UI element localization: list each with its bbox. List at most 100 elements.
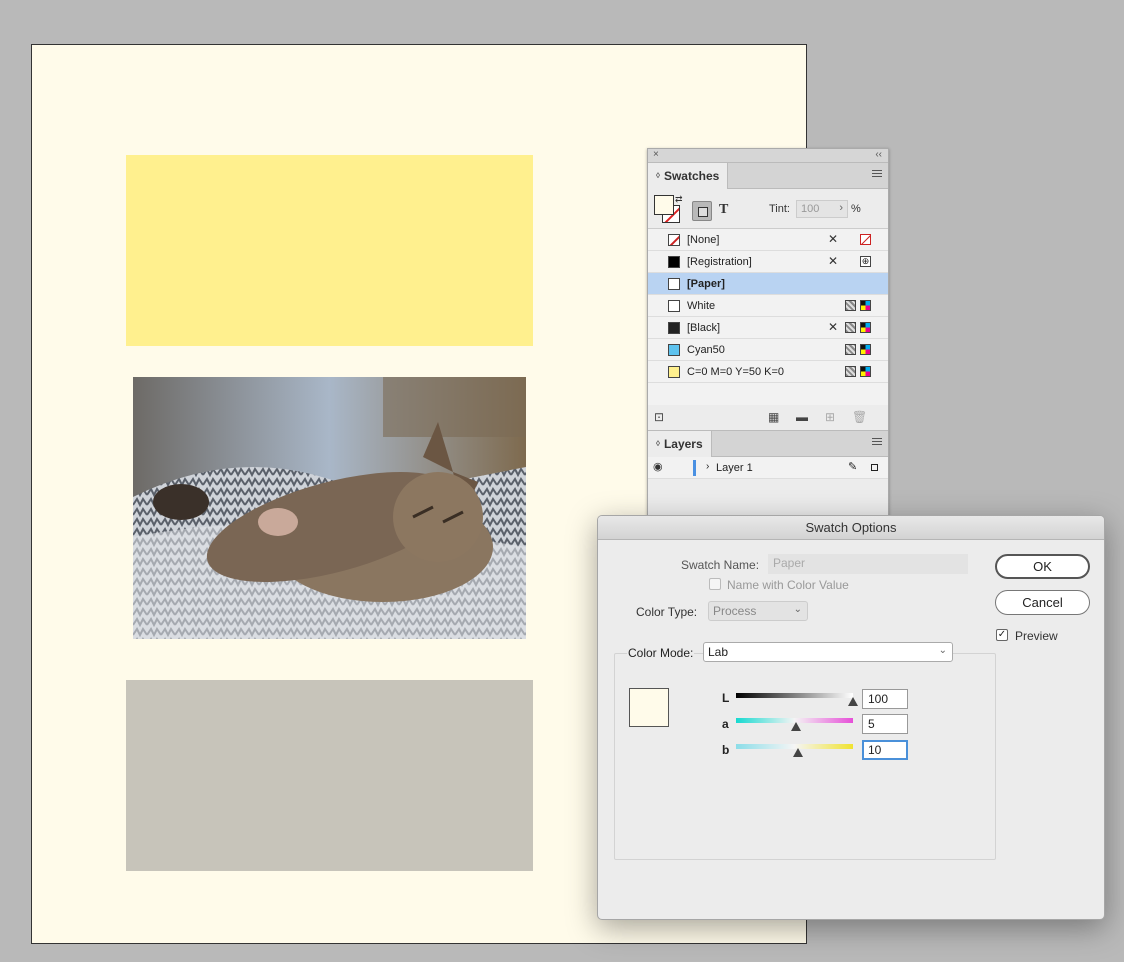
- color-type-value: Process: [713, 604, 757, 618]
- swatch-name: [None]: [687, 233, 720, 246]
- tab-layers[interactable]: ◊ Layers: [648, 431, 712, 457]
- slider-a[interactable]: [736, 718, 853, 731]
- kitten-photo-frame[interactable]: [133, 377, 526, 639]
- swap-arrows-icon[interactable]: ⇄: [675, 194, 683, 205]
- swatch-chip: [668, 299, 680, 312]
- swatch-options-dialog: Swatch Options Swatch Name: Paper Name w…: [597, 515, 1105, 920]
- chevron-down-icon: ⌄: [793, 604, 802, 615]
- swatches-toolbar: ⇄ T Tint: 100 › %: [648, 189, 888, 229]
- swatch-views-icon[interactable]: ▦: [768, 410, 779, 424]
- new-swatch-icon[interactable]: ⊞: [825, 410, 835, 424]
- swatches-tab-bar: ◊ Swatches: [648, 163, 888, 189]
- color-mode-group: [614, 653, 996, 860]
- gray-rectangle-frame[interactable]: [126, 680, 533, 871]
- process-color-icon: [845, 344, 856, 355]
- l-value-input[interactable]: 100: [862, 689, 908, 709]
- layers-tab-bar: ◊ Layers: [648, 431, 888, 457]
- tint-value: 100: [801, 203, 820, 215]
- swatch-row[interactable]: White: [648, 295, 888, 317]
- preview-checkbox[interactable]: ✓: [996, 629, 1008, 641]
- name-with-color-value-label: Name with Color Value: [727, 578, 849, 592]
- color-type-label: Color Type:: [636, 605, 698, 619]
- fill-stroke-control[interactable]: ⇄: [654, 194, 683, 223]
- layer-name: Layer 1: [716, 462, 753, 474]
- layer-target-square[interactable]: [871, 464, 878, 471]
- name-with-color-value-checkbox[interactable]: [709, 578, 721, 590]
- slider-thumb-a[interactable]: [790, 722, 801, 731]
- not-editable-icon: ✕: [828, 232, 839, 246]
- swatch-name-label: Swatch Name:: [681, 558, 760, 572]
- swatch-chip: [668, 321, 680, 334]
- color-mode-select[interactable]: Lab ⌄: [703, 642, 953, 662]
- close-icon[interactable]: ×: [653, 149, 659, 160]
- color-mode-value: Lab: [708, 645, 729, 659]
- tab-swatches-label: Swatches: [663, 169, 720, 183]
- slider-b[interactable]: [736, 744, 853, 757]
- swatch-name: [Black]: [687, 321, 721, 334]
- slider-thumb-l[interactable]: [848, 697, 858, 706]
- layer-color-bar: [693, 460, 696, 476]
- collapse-icon[interactable]: ‹‹: [875, 149, 882, 160]
- swatch-name: C=0 M=0 Y=50 K=0: [687, 365, 785, 378]
- tint-percent-unit: %: [851, 203, 861, 215]
- swatch-name: [Paper]: [687, 277, 725, 290]
- fill-swatch[interactable]: [654, 195, 674, 215]
- chevron-right-icon[interactable]: ›: [706, 461, 709, 472]
- slider-thumb-b[interactable]: [793, 748, 803, 757]
- swatch-list: [None] ✕ [Registration] ✕ ⊕ [Paper] White [Blac…: [648, 229, 888, 405]
- new-color-group-icon[interactable]: ▬: [796, 410, 808, 424]
- swatch-row[interactable]: Cyan50: [648, 339, 888, 361]
- slider-label-a: a: [722, 717, 729, 731]
- a-value-input[interactable]: 5: [862, 714, 908, 734]
- cmyk-mode-icon: [860, 344, 871, 355]
- formatting-affects-text-button[interactable]: T: [719, 202, 728, 218]
- color-mode-label: Color Mode:: [627, 646, 695, 660]
- tint-input[interactable]: 100 ›: [796, 200, 848, 218]
- ok-button[interactable]: OK: [995, 554, 1090, 579]
- swatch-name: Cyan50: [687, 343, 725, 356]
- process-color-icon: [845, 300, 856, 311]
- cmyk-mode-icon: [860, 300, 871, 311]
- swatches-layers-panel[interactable]: × ‹‹ ◊ Swatches ⇄ T Tint: 100 › % [None]…: [647, 148, 889, 518]
- swatch-chip: [668, 255, 680, 268]
- swatch-name-input[interactable]: Paper: [768, 554, 968, 574]
- swatch-row[interactable]: [Paper]: [648, 273, 888, 295]
- panel-title-bar[interactable]: × ‹‹: [648, 149, 888, 163]
- swatch-row[interactable]: C=0 M=0 Y=50 K=0: [648, 361, 888, 383]
- none-mode-icon: [860, 234, 871, 245]
- tab-swatches[interactable]: ◊ Swatches: [648, 163, 729, 189]
- tab-toggle-icon: ◊: [656, 439, 660, 448]
- kitten-photo: [133, 377, 526, 639]
- registration-mode-icon: ⊕: [860, 256, 871, 267]
- layer-row[interactable]: ◉ › Layer 1 ✎: [648, 457, 888, 479]
- delete-swatch-icon[interactable]: 🗑: [852, 410, 867, 424]
- pen-icon: ✎: [848, 461, 858, 473]
- slider-label-b: b: [722, 743, 730, 757]
- color-type-select[interactable]: Process ⌄: [708, 601, 808, 621]
- cancel-button[interactable]: Cancel: [995, 590, 1090, 615]
- tint-slider-arrow-icon[interactable]: ›: [839, 202, 843, 214]
- eye-icon[interactable]: ◉: [653, 460, 663, 473]
- preview-label: Preview: [1015, 629, 1058, 643]
- swatch-row[interactable]: [Black] ✕: [648, 317, 888, 339]
- swatch-row[interactable]: [Registration] ✕ ⊕: [648, 251, 888, 273]
- yellow-rectangle-frame[interactable]: [126, 155, 533, 346]
- panel-menu-icon[interactable]: [872, 438, 882, 448]
- swatch-chip: [668, 233, 680, 246]
- swatches-bottom-bar: ⊡ ▦ ▬ ⊞ 🗑: [648, 405, 888, 431]
- panel-menu-icon[interactable]: [872, 170, 882, 180]
- swatch-chip: [668, 365, 680, 378]
- b-value-input[interactable]: 10: [862, 740, 908, 760]
- cmyk-mode-icon: [860, 366, 871, 377]
- tab-layers-label: Layers: [663, 437, 703, 451]
- show-swatch-kinds-icon[interactable]: ⊡: [654, 410, 664, 424]
- cmyk-mode-icon: [860, 322, 871, 333]
- tab-toggle-icon: ◊: [656, 171, 660, 180]
- swatch-chip: [668, 277, 680, 290]
- swatch-chip: [668, 343, 680, 356]
- slider-l[interactable]: [736, 693, 858, 706]
- formatting-affects-container-button[interactable]: [692, 201, 712, 221]
- swatch-name: [Registration]: [687, 255, 752, 268]
- swatch-row[interactable]: [None] ✕: [648, 229, 888, 251]
- chevron-down-icon: ⌄: [938, 645, 947, 656]
